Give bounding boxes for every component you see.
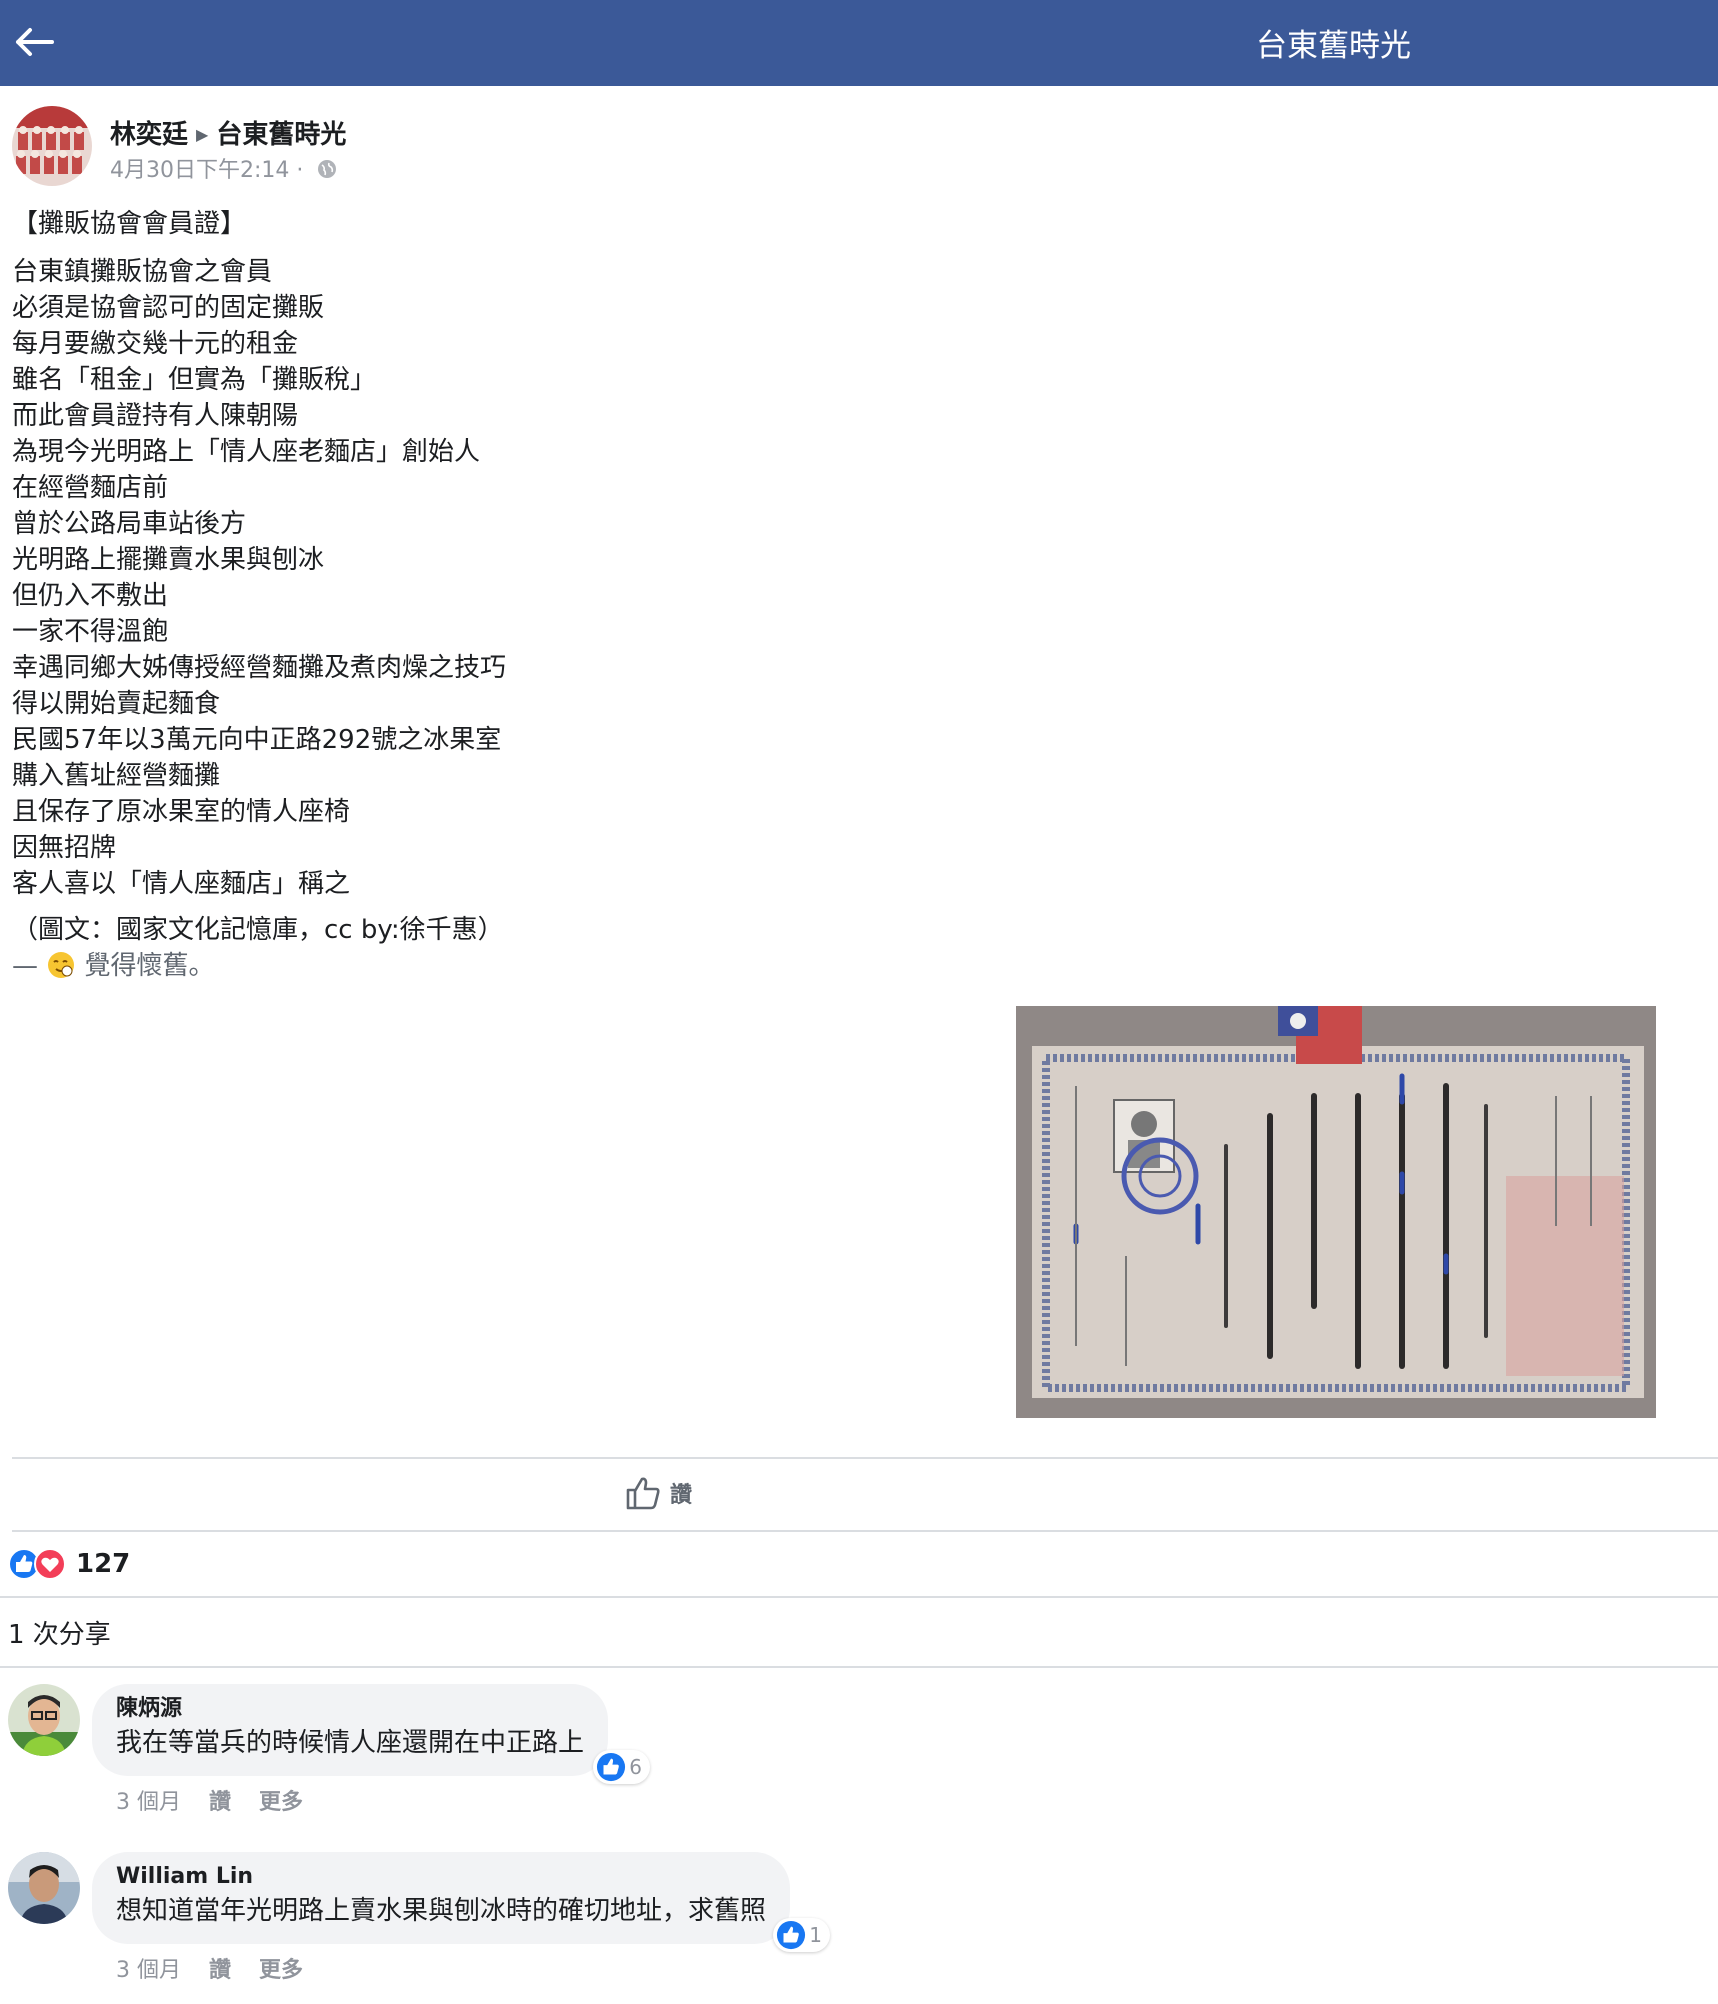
reaction-count: 127 [76, 1549, 131, 1579]
comment-more-button[interactable]: 更多 [259, 1958, 303, 1983]
caret-right-icon: ▶ [196, 125, 209, 144]
like-reaction-icon [777, 1920, 806, 1950]
share-count[interactable]: 1 次分享 [8, 1614, 111, 1651]
divider [12, 1530, 1718, 1532]
comment-item: William Lin 想知道當年光明路上賣水果與刨冰時的確切地址，求舊照 1 … [8, 1852, 1008, 1984]
comment-like-count: 6 [629, 1755, 643, 1779]
post-line: 每月要繳交幾十元的租金 [12, 329, 299, 359]
post-author-line: 林奕廷 ▶ 台東舊時光 [110, 114, 346, 151]
feeling-dash: — [12, 951, 38, 981]
comment-like-button[interactable]: 讚 [209, 1790, 231, 1815]
post-credit: （圖文：國家文化記憶庫，cc by:徐千惠） [12, 915, 504, 945]
reaction-summary[interactable]: 127 [8, 1548, 130, 1584]
commenter-avatar[interactable] [8, 1852, 80, 1924]
commenter-avatar[interactable] [8, 1684, 80, 1756]
post-body: 【攤販協會會員證】 台東鎮攤販協會之會員 必須是協會認可的固定攤販 每月要繳交幾… [12, 206, 506, 984]
top-app-bar: 台東舊時光 [0, 0, 1718, 86]
post-line: 在經營麵店前 [12, 473, 169, 503]
post-line: 得以開始賣起麵食 [12, 689, 221, 719]
comment-text: 想知道當年光明路上賣水果與刨冰時的確切地址，求舊照 [116, 1896, 767, 1926]
post-timestamp[interactable]: 4月30日下午2:14 · [110, 158, 303, 183]
comment-author[interactable]: William Lin [116, 1862, 766, 1892]
comment-time[interactable]: 3 個月 [116, 1790, 181, 1815]
divider [0, 1596, 1718, 1598]
post-meta: 4月30日下午2:14 · [110, 152, 338, 184]
like-label: 讚 [670, 1483, 693, 1508]
post-line: 且保存了原冰果室的情人座椅 [12, 797, 351, 827]
post-header: 林奕廷 ▶ 台東舊時光 4月30日下午2:14 · [12, 104, 1012, 188]
post-line: 購入舊址經營麵攤 [12, 761, 221, 791]
comment-more-button[interactable]: 更多 [259, 1790, 303, 1815]
group-name[interactable]: 台東舊時光 [216, 120, 346, 150]
post-line: 民國57年以3萬元向中正路292號之冰果室 [12, 725, 502, 755]
nostalgic-emoji-icon [48, 952, 75, 978]
post-line: 為現今光明路上「情人座老麵店」創始人 [12, 437, 481, 467]
author-avatar[interactable] [12, 106, 92, 186]
post-line: 而此會員證持有人陳朝陽 [12, 401, 299, 431]
globe-icon [318, 160, 337, 178]
comment-actions: 3 個月 讚 更多 [116, 1784, 331, 1816]
post-line: 但仍入不敷出 [12, 581, 169, 611]
feeling-line: — 覺得懷舊。 [12, 948, 506, 984]
feeling-text: 覺得懷舊。 [84, 951, 215, 981]
comment-like-badge[interactable]: 6 [593, 1750, 651, 1784]
post-line: 必須是協會認可的固定攤販 [12, 293, 325, 323]
post-line: 因無招牌 [12, 833, 117, 863]
post-line: 幸遇同鄉大姊傳授經營麵攤及煮肉燥之技巧 [12, 653, 507, 683]
comment-item: 陳炳源 我在等當兵的時候情人座還開在中正路上 6 3 個月 讚 更多 [8, 1684, 1008, 1816]
divider [12, 1457, 1718, 1459]
comment-like-button[interactable]: 讚 [209, 1958, 231, 1983]
post-line: 客人喜以「情人座麵店」稱之 [12, 869, 351, 899]
arrow-left-icon [16, 28, 54, 56]
comment-like-count: 1 [809, 1923, 823, 1947]
divider [0, 1666, 1718, 1668]
comment-time[interactable]: 3 個月 [116, 1958, 181, 1983]
post-line: 一家不得溫飽 [12, 617, 169, 647]
back-button[interactable] [8, 16, 64, 68]
comment-actions: 3 個月 讚 更多 [116, 1952, 331, 1984]
comment-bubble: William Lin 想知道當年光明路上賣水果與刨冰時的確切地址，求舊照 1 [92, 1852, 831, 1952]
post-photo[interactable] [1016, 1006, 1656, 1418]
author-name[interactable]: 林奕廷 [110, 120, 188, 150]
like-reaction-icon [597, 1752, 626, 1782]
post-line: 光明路上擺攤賣水果與刨冰 [12, 545, 325, 575]
comment-bubble: 陳炳源 我在等當兵的時候情人座還開在中正路上 6 [92, 1684, 651, 1784]
comment-like-badge[interactable]: 1 [773, 1918, 831, 1952]
comment-author[interactable]: 陳炳源 [116, 1694, 584, 1724]
love-reaction-icon [34, 1548, 66, 1580]
post-line: 曾於公路局車站後方 [12, 509, 247, 539]
post-title: 【攤販協會會員證】 [12, 209, 247, 239]
page-title: 台東舊時光 [1256, 28, 1411, 64]
comment-text: 我在等當兵的時候情人座還開在中正路上 [116, 1728, 585, 1758]
like-button[interactable]: 讚 [624, 1474, 692, 1516]
post-line: 台東鎮攤販協會之會員 [12, 257, 273, 287]
thumbs-up-outline-icon [626, 1477, 660, 1510]
post-line: 雖名「租金」但實為「攤販稅」 [12, 365, 377, 395]
